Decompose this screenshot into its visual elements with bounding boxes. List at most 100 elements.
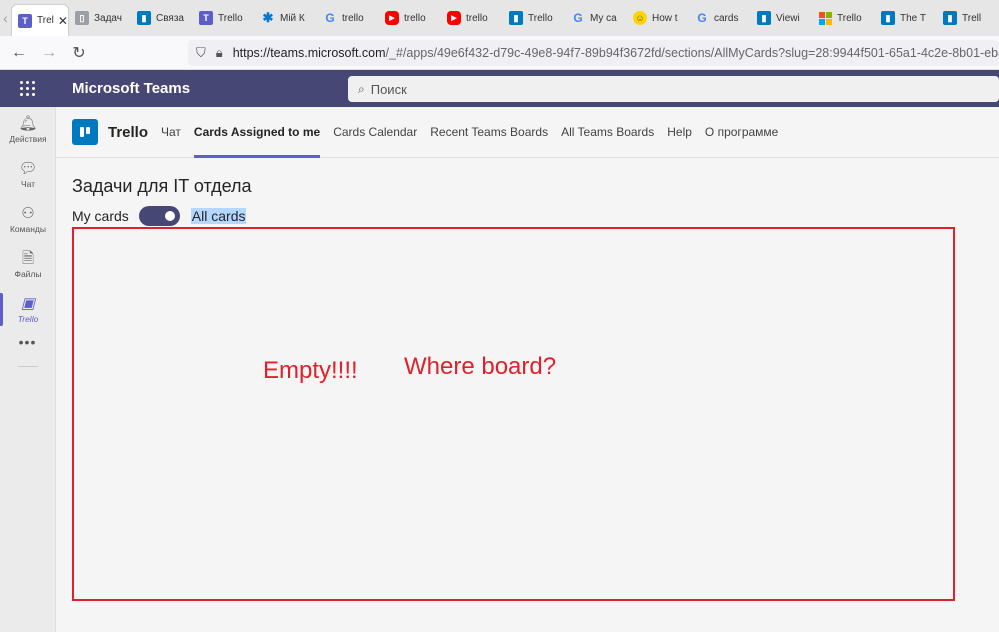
- teams-title: Microsoft Teams: [72, 80, 191, 97]
- files-icon: 🗎︎: [21, 249, 35, 267]
- app-header: Trello Чат Cards Assigned to me Cards Ca…: [56, 107, 999, 158]
- browser-tab[interactable]: Gtrello: [317, 3, 379, 33]
- tab-cards-calendar[interactable]: Cards Calendar: [333, 107, 417, 158]
- annotation-where-board: Where board?: [404, 353, 557, 380]
- browser-tab[interactable]: T Trello: [193, 3, 255, 33]
- microsoft-favicon-icon: [819, 11, 832, 25]
- browser-tab[interactable]: ▮ Viewi: [751, 3, 813, 33]
- shield-icon[interactable]: ⛉: [196, 45, 206, 61]
- toggle-label-my-cards: My cards: [72, 208, 129, 224]
- back-arrow-icon[interactable]: ←: [4, 44, 34, 62]
- browser-tab[interactable]: ▶ trello: [379, 3, 441, 33]
- youtube-favicon-icon: ▶: [447, 11, 461, 25]
- rail-divider: [17, 366, 38, 367]
- browser-tab[interactable]: Trello: [813, 3, 875, 33]
- teams-favicon-icon: T: [18, 13, 32, 28]
- switch-knob: [164, 211, 175, 221]
- tab-label: The T: [900, 12, 926, 24]
- trello-favicon-icon: ▮: [943, 11, 957, 25]
- rail-item-label: Trello: [17, 313, 39, 324]
- browser-tab[interactable]: G My ca: [565, 3, 627, 33]
- rail-item-label: Файлы: [14, 268, 42, 279]
- toggle-label-all-cards: All cards: [190, 208, 247, 224]
- waffle-icon: [20, 81, 35, 96]
- rail-item-label: Команды: [9, 223, 46, 234]
- trello-logo-icon: [72, 119, 98, 145]
- google-favicon-icon: G: [697, 11, 707, 25]
- browser-tab-active[interactable]: T Trel ✕: [11, 4, 69, 36]
- star-favicon-icon: ✱: [262, 10, 274, 25]
- url-bar[interactable]: ⛉ 🔒︎ https://teams.microsoft.com/_#/apps…: [188, 40, 999, 66]
- annotation-empty: Empty!!!!: [263, 357, 358, 384]
- teams-header: Microsoft Teams ⌕ Поиск: [0, 70, 999, 107]
- forward-arrow-icon[interactable]: →: [34, 44, 64, 62]
- trello-icon: ▣: [20, 294, 36, 312]
- cards-filter-toggle-row: My cards All cards: [72, 205, 247, 227]
- trello-favicon-icon: ▮: [757, 11, 771, 25]
- trello-favicon-icon: ▮: [881, 11, 895, 25]
- tab-label: Trel: [37, 15, 54, 26]
- app-launcher-button[interactable]: [0, 81, 55, 96]
- teams-favicon-icon: T: [199, 11, 213, 25]
- trello-favicon-icon: ▮: [137, 11, 151, 25]
- tab-recent-boards[interactable]: Recent Teams Boards: [430, 107, 548, 158]
- google-favicon-icon: G: [325, 11, 335, 25]
- tab-label: Trell: [962, 12, 982, 24]
- left-rail: 🔔︎ Действия 💬︎ Чат ⚇ Команды 🗎︎ Файлы ▣ …: [0, 107, 56, 632]
- tab-label: trello: [466, 12, 488, 24]
- browser-tab[interactable]: ☺ How t: [627, 3, 689, 33]
- url-host: https://teams.microsoft.com: [232, 46, 386, 60]
- browser-tab[interactable]: ▮ Trello: [503, 3, 565, 33]
- browser-tab[interactable]: ✱ Мій К: [255, 3, 317, 33]
- tab-label: Задач: [94, 12, 122, 24]
- search-placeholder: Поиск: [370, 81, 407, 97]
- board-area-empty: Empty!!!! Where board?: [72, 227, 955, 601]
- smiley-favicon-icon: ☺: [633, 11, 647, 25]
- tab-label: Trello: [218, 12, 243, 24]
- close-tab-icon[interactable]: ✕: [58, 14, 68, 28]
- cards-filter-switch[interactable]: [138, 206, 180, 226]
- trello-favicon-icon: ▮: [509, 11, 523, 25]
- tab-label: trello: [404, 12, 426, 24]
- rail-item-chat[interactable]: 💬︎ Чат: [0, 152, 56, 197]
- browser-tab[interactable]: ▮ The T: [875, 3, 937, 33]
- tab-help[interactable]: Help: [667, 107, 692, 158]
- teams-icon: ⚇: [21, 204, 35, 222]
- tab-label: Связа: [156, 12, 184, 24]
- browser-toolbar: ← → ↻ ⛉ 🔒︎ https://teams.microsoft.com/_…: [0, 36, 999, 70]
- browser-tab-strip: ‹ T Trel ✕ ▯ Задач ▮ Связа T Trello ✱ Мій К …: [0, 0, 999, 36]
- chat-icon: 💬︎: [18, 159, 38, 177]
- search-input[interactable]: ⌕ Поиск: [348, 76, 999, 102]
- tab-label: Мій К: [280, 12, 305, 24]
- page-title: Задачи для IT отдела: [72, 176, 252, 196]
- reload-icon[interactable]: ↻: [64, 43, 94, 63]
- rail-item-files[interactable]: 🗎︎ Файлы: [0, 242, 56, 287]
- browser-tab[interactable]: ▮ Trell: [937, 3, 999, 33]
- more-apps-icon[interactable]: •••: [0, 334, 55, 350]
- browser-tab[interactable]: ▯ Задач: [69, 3, 131, 33]
- browser-tab[interactable]: ▶ trello: [441, 3, 503, 33]
- rail-item-teams[interactable]: ⚇ Команды: [0, 197, 56, 242]
- bell-icon: 🔔︎: [18, 114, 38, 132]
- tab-label: Viewi: [776, 12, 800, 24]
- app-name: Trello: [108, 123, 149, 141]
- tab-about[interactable]: О программе: [705, 107, 778, 158]
- url-path: /_#/apps/49e6f432-d79c-49e8-94f7-89b94f3…: [385, 46, 999, 60]
- page-favicon-icon: ▯: [75, 11, 89, 25]
- tab-label: cards: [714, 12, 739, 24]
- browser-tab[interactable]: ▮ Связа: [131, 3, 193, 33]
- tab-label: Trello: [837, 12, 862, 24]
- tab-chat[interactable]: Чат: [161, 107, 181, 158]
- tab-scroll-left-icon[interactable]: ‹: [0, 10, 11, 26]
- youtube-favicon-icon: ▶: [385, 11, 399, 25]
- lock-icon[interactable]: 🔒︎: [216, 45, 223, 61]
- tab-all-boards[interactable]: All Teams Boards: [561, 107, 654, 158]
- tab-cards-assigned[interactable]: Cards Assigned to me: [193, 107, 321, 158]
- tab-label: Trello: [528, 12, 553, 24]
- google-favicon-icon: G: [573, 11, 583, 25]
- browser-tab[interactable]: Gcards: [689, 3, 751, 33]
- rail-item-label: Чат: [20, 178, 36, 189]
- rail-item-activity[interactable]: 🔔︎ Действия: [0, 107, 56, 152]
- rail-item-label: Действия: [9, 133, 47, 144]
- rail-item-trello[interactable]: ▣ Trello: [0, 287, 56, 332]
